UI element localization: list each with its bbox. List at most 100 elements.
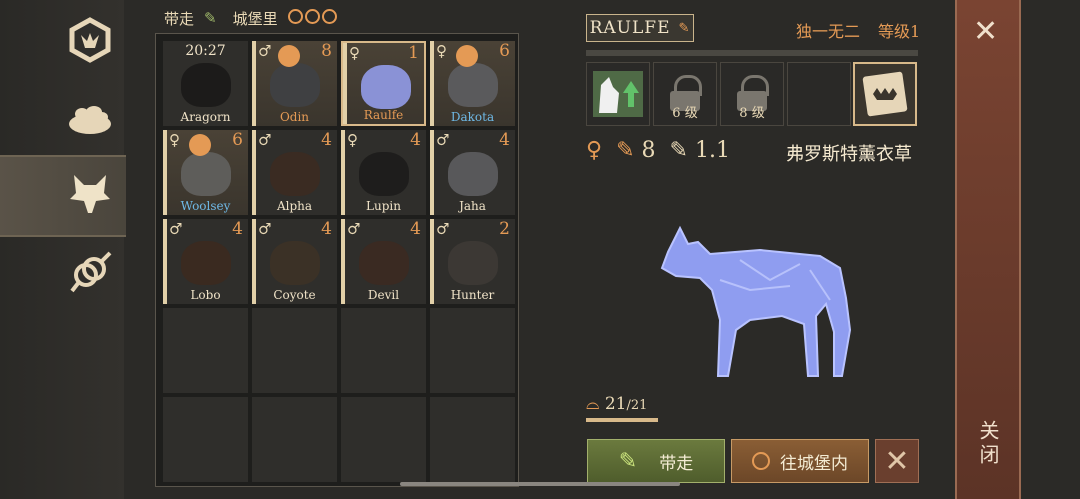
release-button[interactable]: ✕	[875, 439, 919, 483]
teeth-bar	[586, 418, 658, 422]
speed-icon: ✎	[669, 138, 688, 163]
wolf-portrait	[359, 152, 409, 196]
wolf-cell[interactable]: ♂ 2 Hunter	[430, 219, 515, 304]
wolf-portrait	[448, 241, 498, 285]
wolf-name-box[interactable]: RAULFE ✎	[586, 14, 694, 42]
empty-cell[interactable]	[163, 397, 248, 482]
attack-stat: ✎ 8	[616, 138, 655, 163]
speed-value: 1.1	[694, 138, 730, 163]
female-icon: ♀	[349, 44, 360, 62]
wolves-tab[interactable]	[60, 163, 120, 223]
wolf-cell[interactable]: ♂ 4 Coyote	[252, 219, 337, 304]
take-label: 带走	[164, 9, 195, 28]
female-icon: ♀	[436, 42, 447, 60]
wolf-portrait	[359, 241, 409, 285]
teeth-value: 21	[604, 394, 627, 414]
unlock-level-2: 8 级	[739, 106, 765, 121]
wolf-name-label: Raulfe	[363, 108, 404, 122]
xp-bar	[586, 50, 918, 56]
skill-slot-empty[interactable]	[787, 62, 851, 126]
wolf-name-label: Dakota	[450, 110, 495, 124]
pack-badge-icon	[189, 134, 211, 156]
wolf-nickname: 弗罗斯特薰衣草	[786, 144, 912, 165]
wolf-level: 4	[321, 130, 332, 150]
empty-cell[interactable]	[252, 308, 337, 393]
female-icon: ♀	[347, 131, 358, 149]
wolf-model[interactable]	[650, 220, 860, 380]
wolf-level: 2	[499, 219, 510, 239]
castle-label: 城堡里	[232, 9, 278, 28]
to-castle-button[interactable]: 往城堡内	[731, 439, 869, 483]
male-icon: ♂	[258, 220, 272, 238]
wolf-name-label: Devil	[367, 288, 400, 302]
wolf-cell[interactable]: ♀ 6 Dakota	[430, 41, 515, 126]
wolf-name-label: Alpha	[276, 199, 313, 213]
empty-cell[interactable]	[430, 397, 515, 482]
take-button[interactable]: ✎ 带走	[587, 439, 725, 483]
teeth-max: /21	[626, 398, 648, 413]
emblem-icon	[69, 17, 111, 63]
male-icon: ♂	[347, 220, 361, 238]
level-label: 等级1	[878, 22, 921, 41]
close-icon[interactable]: ✕	[973, 14, 998, 49]
wolf-portrait	[270, 63, 320, 107]
wolf-portrait	[448, 63, 498, 107]
male-icon: ♂	[258, 131, 272, 149]
empty-cell[interactable]	[252, 397, 337, 482]
wolf-name-label: Coyote	[273, 288, 316, 302]
empty-cell[interactable]	[341, 308, 426, 393]
breeding-tab[interactable]	[60, 243, 120, 303]
wolf-name-label: Lupin	[366, 199, 401, 213]
male-icon: ♂	[436, 131, 450, 149]
skill-slot-locked-1[interactable]: 6 级	[653, 62, 717, 126]
wolf-portrait	[361, 65, 411, 109]
wolf-cell[interactable]: ♀ 4 Lupin	[341, 130, 426, 215]
wolf-level: 1	[408, 43, 419, 63]
wolf-level: 8	[321, 41, 332, 61]
wolf-name-label: Jaha	[459, 199, 486, 213]
wolf-portrait	[181, 63, 231, 107]
gender-symbols-icon	[70, 251, 112, 293]
scroll-indicator[interactable]	[400, 482, 680, 486]
empty-cell[interactable]	[430, 308, 515, 393]
wolf-emblem-tab[interactable]	[60, 10, 120, 70]
female-icon: ♀	[586, 138, 603, 163]
wolf-level: 4	[232, 219, 243, 239]
grid-header: 带走 ✎ 城堡里	[164, 8, 339, 28]
speed-stat: ✎ 1.1	[670, 138, 730, 163]
wolf-book-button[interactable]	[853, 62, 917, 126]
wolf-cell[interactable]: ♂ 4 Devil	[341, 219, 426, 304]
wolf-upgrade-icon	[593, 71, 643, 117]
wolf-level: 6	[232, 130, 243, 150]
empty-cell[interactable]	[163, 308, 248, 393]
book-icon	[862, 71, 908, 117]
wolf-cell[interactable]: ♀ 6 Woolsey	[163, 130, 248, 215]
wolf-cell[interactable]: ♂ 4 Alpha	[252, 130, 337, 215]
wolf-grid: 20:27 Aragorn ♂ 8 Odin ♀ 1 Raulfe ♀ 6 Dakota ♀ 6 Wool…	[155, 33, 519, 487]
wolf-portrait	[270, 152, 320, 196]
teeth-counter: ⌓ 21/21	[586, 394, 647, 414]
wolf-stats: ♀ ✎ 8 ✎ 1.1	[586, 138, 730, 163]
take-feather-icon: ✎	[618, 448, 638, 474]
wolf-cell[interactable]: ♂ 4 Jaha	[430, 130, 515, 215]
wolf-cell[interactable]: ♂ 4 Lobo	[163, 219, 248, 304]
attack-icon: ✎	[616, 138, 635, 163]
wolf-cell[interactable]: 20:27 Aragorn	[163, 41, 248, 126]
rarity-label: 独一无二	[796, 22, 861, 41]
edit-feather-icon: ✎	[678, 20, 691, 36]
empty-cell[interactable]	[341, 397, 426, 482]
wolf-name-label: Aragorn	[180, 110, 231, 124]
food-tab[interactable]	[60, 88, 120, 148]
male-icon: ♂	[436, 220, 450, 238]
skill-slot-1[interactable]	[586, 62, 650, 126]
to-castle-button-label: 往城堡内	[780, 453, 848, 474]
feather-icon: ✎	[204, 9, 217, 27]
wolf-level: 4	[499, 130, 510, 150]
cooldown-timer: 20:27	[185, 43, 226, 59]
skill-slot-locked-2[interactable]: 8 级	[720, 62, 784, 126]
wolf-cell[interactable]: ♂ 8 Odin	[252, 41, 337, 126]
attack-value: 8	[641, 138, 656, 163]
close-label[interactable]: 关闭	[974, 420, 1003, 468]
wolf-name-label: Lobo	[190, 288, 221, 302]
wolf-cell[interactable]: ♀ 1 Raulfe	[341, 41, 426, 126]
